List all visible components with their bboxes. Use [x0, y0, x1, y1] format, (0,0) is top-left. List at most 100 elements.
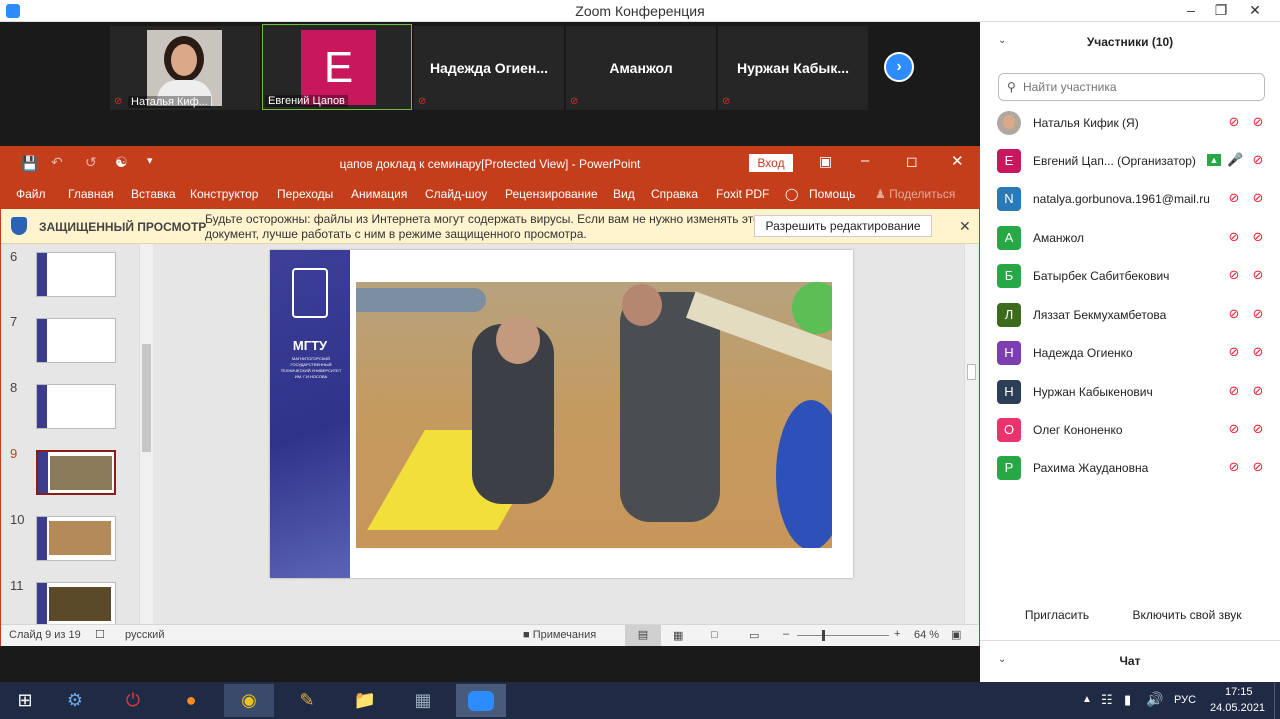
firefox-icon[interactable]: ●: [166, 684, 216, 717]
chat-header[interactable]: Чат: [980, 654, 1280, 668]
ppt-status-bar: Слайд 9 из 19 ☐ русский ■ Примечания ▤ ▦…: [1, 624, 979, 646]
minimize-button[interactable]: –: [1176, 0, 1206, 22]
maximize-button[interactable]: ❐: [1206, 0, 1236, 22]
video-off-icon: ⊘: [1252, 114, 1264, 129]
video-off-icon: ⊘: [1252, 421, 1264, 436]
current-slide[interactable]: МГТУ МАГНИТОГОРСКИЙ ГОСУДАРСТВЕННЫЙ ТЕХН…: [270, 250, 853, 578]
battery-icon[interactable]: ▮: [1124, 692, 1131, 708]
control-panel-icon[interactable]: ⚙: [50, 684, 100, 717]
slide-sorter-icon[interactable]: ▦: [673, 629, 683, 642]
tray-arrow-icon[interactable]: ▲: [1082, 694, 1092, 705]
tab-help[interactable]: Справка: [651, 187, 698, 201]
search-input[interactable]: [1023, 78, 1253, 96]
file-explorer-icon[interactable]: 📁: [340, 684, 390, 717]
paint-icon[interactable]: ✎: [282, 684, 332, 717]
video-name: Нуржан Кабык...: [736, 60, 850, 76]
participant-name: Олег Кононенко: [1033, 423, 1123, 437]
video-tile-nurzhan[interactable]: Нуржан Кабык... ⊘: [718, 26, 868, 110]
tab-review[interactable]: Рецензирование: [505, 187, 598, 201]
avatar: [997, 111, 1021, 135]
tab-slideshow[interactable]: Слайд-шоу: [425, 187, 487, 201]
ribbon-display-icon[interactable]: ▣: [819, 153, 832, 170]
video-name: Надежда Огиен...: [429, 60, 549, 76]
participant-name: Наталья Кифик (Я): [1033, 116, 1139, 130]
input-language[interactable]: РУС: [1174, 694, 1196, 706]
slideshow-view-icon[interactable]: ▭: [749, 629, 759, 642]
canvas-scrollbar[interactable]: [964, 244, 978, 624]
share-button[interactable]: ♟ Поделиться: [875, 187, 955, 201]
tab-file[interactable]: Файл: [16, 187, 46, 201]
start-windows-icon[interactable]: ⊞: [0, 684, 50, 717]
power-icon[interactable]: ⏻: [108, 684, 158, 717]
mic-muted-icon: ⊘: [114, 96, 123, 107]
zoom-taskbar-icon[interactable]: [456, 684, 506, 717]
spellcheck-icon[interactable]: ☐: [95, 628, 105, 641]
participant-row[interactable]: N natalya.gorbunova.1961@mail.ru ⊘ ⊘: [997, 180, 1267, 218]
zoom-title-bar: Zoom Конференция – ❐ ✕: [0, 0, 1280, 22]
chrome-icon[interactable]: ◉: [224, 684, 274, 717]
tab-insert[interactable]: Вставка: [131, 187, 176, 201]
scroll-thumb[interactable]: [967, 364, 976, 380]
network-icon[interactable]: ☷: [1101, 692, 1113, 708]
tab-view[interactable]: Вид: [613, 187, 635, 201]
video-tile-evgeny[interactable]: E ⊘ Евгений Цапов: [262, 24, 412, 110]
lightbulb-icon[interactable]: ◯: [785, 187, 798, 201]
normal-view-icon[interactable]: ▤: [625, 625, 661, 646]
video-tile-natalya[interactable]: ⊘ Наталья Киф...: [110, 26, 260, 110]
notes-button[interactable]: ■ Примечания: [523, 629, 596, 641]
slide-thumb-9-selected[interactable]: [36, 450, 116, 495]
scroll-thumb[interactable]: [142, 344, 151, 452]
participants-header: Участники (10): [1086, 35, 1174, 49]
powerpoint-window: 💾 ↶ ↺ ☯ ▾ цапов доклад к семинару[Protec…: [0, 146, 980, 646]
slide-thumb-11[interactable]: [36, 582, 116, 624]
volume-icon[interactable]: 🔊: [1146, 691, 1163, 708]
reading-view-icon[interactable]: □: [711, 629, 718, 641]
tab-foxit[interactable]: Foxit PDF: [716, 187, 769, 201]
slide-counter: Слайд 9 из 19: [9, 629, 81, 641]
thumbs-scrollbar[interactable]: [139, 244, 153, 624]
video-off-icon: ⊘: [1252, 152, 1264, 167]
participant-row[interactable]: E Евгений Цап... (Организатор) ▲ 🎤 ⊘: [997, 142, 1267, 180]
participant-row[interactable]: Б Батырбек Сабитбекович ⊘ ⊘: [997, 257, 1267, 295]
participant-row[interactable]: O Олег Кононенко ⊘ ⊘: [997, 411, 1267, 449]
slide-thumb-7[interactable]: [36, 318, 116, 363]
invite-button[interactable]: Пригласить: [1018, 604, 1096, 626]
enable-editing-button[interactable]: Разрешить редактирование: [754, 215, 932, 237]
video-tile-nadezhda[interactable]: Надежда Огиен... ⊘: [414, 26, 564, 110]
ppt-minimize-button[interactable]: –: [861, 152, 869, 169]
next-page-arrow-icon[interactable]: ›: [884, 52, 914, 82]
slide-thumb-6[interactable]: [36, 252, 116, 297]
tab-animation[interactable]: Анимация: [351, 187, 407, 201]
slide-thumb-8[interactable]: [36, 384, 116, 429]
participant-row[interactable]: A Аманжол ⊘ ⊘: [997, 219, 1267, 257]
participant-row[interactable]: Н Надежда Огиенко ⊘ ⊘: [997, 334, 1267, 372]
participant-row[interactable]: Л Ляззат Бекмухамбетова ⊘ ⊘: [997, 296, 1267, 334]
show-desktop-button[interactable]: [1274, 682, 1280, 719]
participants-panel: ⌄ Участники (10) ⚲ Наталья Кифик (Я) ⊘ ⊘…: [980, 22, 1280, 682]
zoom-in-button[interactable]: +: [894, 628, 900, 640]
calculator-icon[interactable]: ▦: [398, 684, 448, 717]
close-warning-icon[interactable]: ✕: [959, 218, 971, 235]
zoom-slider-thumb[interactable]: [822, 630, 825, 641]
participant-row[interactable]: Наталья Кифик (Я) ⊘ ⊘: [997, 104, 1267, 142]
unmute-button[interactable]: Включить свой звук: [1126, 604, 1248, 626]
tab-tell-me[interactable]: Помощь: [809, 187, 855, 201]
login-button[interactable]: Вход: [749, 154, 793, 172]
participant-search[interactable]: ⚲: [998, 73, 1265, 101]
ppt-close-button[interactable]: ✕: [951, 152, 964, 170]
tab-home[interactable]: Главная: [68, 187, 114, 201]
ppt-maximize-button[interactable]: ◻: [906, 153, 918, 170]
participant-name: Надежда Огиенко: [1033, 346, 1133, 360]
zoom-slider[interactable]: [797, 635, 889, 636]
zoom-out-button[interactable]: –: [783, 628, 789, 640]
protected-view-text-2: документ, лучше работать с ним в режиме …: [205, 227, 587, 241]
close-button[interactable]: ✕: [1240, 0, 1270, 22]
tab-design[interactable]: Конструктор: [190, 187, 258, 201]
participant-row[interactable]: P Рахима Жаудановна ⊘ ⊘: [997, 449, 1267, 487]
slide-thumb-10[interactable]: [36, 516, 116, 561]
tab-transitions[interactable]: Переходы: [277, 187, 333, 201]
participant-name: natalya.gorbunova.1961@mail.ru: [1033, 192, 1210, 206]
participant-row[interactable]: Н Нуржан Кабыкенович ⊘ ⊘: [997, 373, 1267, 411]
video-tile-amanzhol[interactable]: Аманжол ⊘: [566, 26, 716, 110]
fit-to-window-icon[interactable]: ▣: [951, 628, 961, 641]
